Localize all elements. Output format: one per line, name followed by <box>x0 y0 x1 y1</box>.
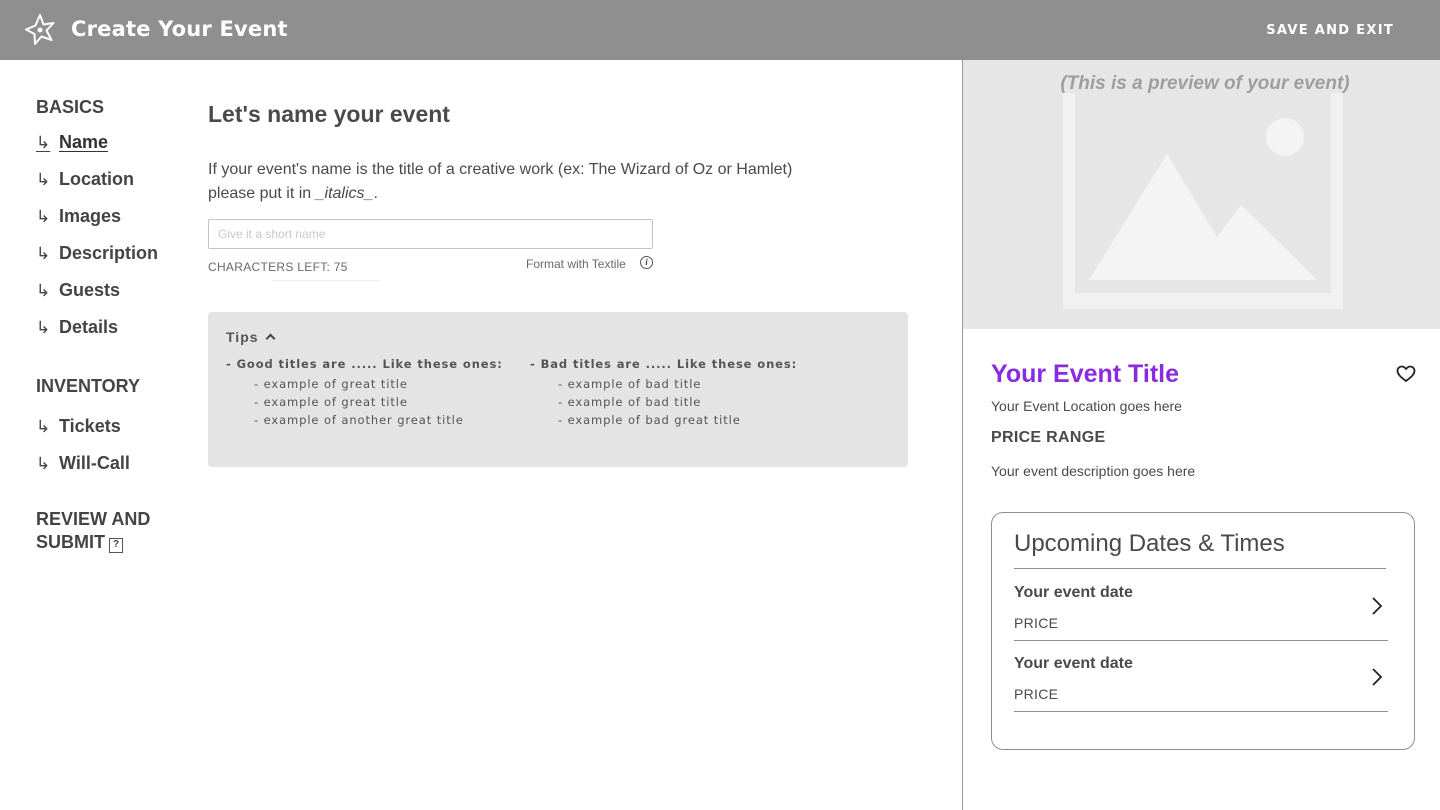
return-arrow-icon: ↳ <box>36 133 51 153</box>
italics-example: _italics_ <box>315 185 374 202</box>
sidebar-item-tickets[interactable]: ↳ Tickets <box>36 416 121 437</box>
chevron-up-icon <box>265 333 275 344</box>
info-icon[interactable]: i <box>640 256 653 269</box>
sidebar-item-label: Guests <box>59 280 121 300</box>
return-arrow-icon: ↳ <box>36 417 51 437</box>
sidebar-item-label: Details <box>59 317 119 337</box>
date-title: Your event date <box>1014 584 1133 601</box>
image-placeholder-icon <box>1063 93 1343 309</box>
key-icon: ? <box>109 538 123 553</box>
list-item: - example of bad title <box>558 377 702 391</box>
tips-toggle[interactable]: Tips <box>226 329 275 345</box>
sidebar-item-location[interactable]: ↳ Location <box>36 169 134 190</box>
preview-hero-image-area: (This is a preview of your event) <box>963 60 1440 329</box>
intro-line-2: please put it in _italics_. <box>208 185 378 202</box>
list-item: - example of great title <box>254 377 408 391</box>
sidebar-item-images[interactable]: ↳ Images <box>36 206 121 227</box>
upcoming-dates-card: Upcoming Dates & Times Your event date P… <box>991 512 1415 750</box>
event-location: Your Event Location goes here <box>991 398 1182 414</box>
sidebar-item-will-call[interactable]: ↳ Will-Call <box>36 453 130 474</box>
save-and-exit-button[interactable]: SAVE AND EXIT <box>1266 23 1394 38</box>
return-arrow-icon: ↳ <box>36 170 51 190</box>
date-price: PRICE <box>1014 615 1059 631</box>
sidebar-review-and-submit[interactable]: REVIEW AND SUBMIT? <box>36 508 150 554</box>
return-arrow-icon: ↳ <box>36 318 51 338</box>
return-arrow-icon: ↳ <box>36 454 51 474</box>
upcoming-dates-heading: Upcoming Dates & Times <box>1014 530 1285 557</box>
sidebar-item-name[interactable]: ↳ Name <box>36 132 108 153</box>
top-bar: Create Your Event SAVE AND EXIT <box>0 0 1440 60</box>
event-title: Your Event Title <box>991 360 1180 388</box>
return-arrow-icon: ↳ <box>36 207 51 227</box>
chevron-right-icon <box>1372 597 1383 615</box>
event-description: Your event description goes here <box>991 463 1196 479</box>
list-item: - example of bad title <box>558 395 702 409</box>
tips-label: Tips <box>226 329 259 345</box>
good-titles-heading: - Good titles are ..... Like these ones: <box>226 357 503 371</box>
bad-titles-list: - Bad titles are ..... Like these ones: … <box>530 357 797 429</box>
preview-note: (This is a preview of your event) <box>1060 73 1350 94</box>
sidebar-item-label: Will-Call <box>59 453 130 473</box>
list-item: - example of another great title <box>254 413 464 427</box>
sidebar-item-label: Location <box>59 169 134 189</box>
page-title: Let's name your event <box>208 101 450 127</box>
sidebar-item-label: Description <box>59 243 159 263</box>
sidebar-item-details[interactable]: ↳ Details <box>36 317 118 338</box>
sidebar-item-description[interactable]: ↳ Description <box>36 243 158 264</box>
sidebar-item-guests[interactable]: ↳ Guests <box>36 280 120 301</box>
event-preview-panel: (This is a preview of your event) Your E… <box>962 60 1440 810</box>
sidebar-item-label: Images <box>59 206 122 226</box>
review-line-2: SUBMIT <box>36 532 105 552</box>
divider <box>1014 568 1386 569</box>
tips-panel: Tips - Good titles are ..... Like these … <box>208 312 908 467</box>
date-row[interactable]: Your event date PRICE <box>1014 570 1388 641</box>
list-item: - example of great title <box>254 395 408 409</box>
date-row[interactable]: Your event date PRICE <box>1014 641 1388 712</box>
counter-divider <box>272 280 380 281</box>
return-arrow-icon: ↳ <box>36 244 51 264</box>
format-with-textile-link[interactable]: Format with Textile <box>526 257 626 271</box>
sidebar-section-inventory: INVENTORY <box>36 376 141 396</box>
sidebar-item-label: Name <box>59 132 109 152</box>
return-arrow-icon: ↳ <box>36 281 51 301</box>
price-range: PRICE RANGE <box>991 429 1106 446</box>
date-title: Your event date <box>1014 655 1133 672</box>
review-line-1: REVIEW AND <box>36 509 151 529</box>
date-price: PRICE <box>1014 686 1059 702</box>
star-flower-icon[interactable] <box>22 12 58 48</box>
good-titles-list: - Good titles are ..... Like these ones:… <box>226 357 503 429</box>
intro-text: If your event's name is the title of a c… <box>208 158 828 206</box>
intro-line-1: If your event's name is the title of a c… <box>208 161 793 178</box>
sidebar-item-label: Tickets <box>59 416 121 436</box>
characters-left-counter: CHARACTERS LEFT: 75 <box>208 260 348 274</box>
event-name-input[interactable] <box>208 219 653 249</box>
app-title: Create Your Event <box>71 17 288 41</box>
list-item: - example of bad great title <box>558 413 741 427</box>
sidebar-section-basics: BASICS <box>36 97 105 117</box>
chevron-right-icon <box>1372 668 1383 686</box>
bad-titles-heading: - Bad titles are ..... Like these ones: <box>530 357 798 371</box>
heart-icon[interactable] <box>1396 365 1416 383</box>
